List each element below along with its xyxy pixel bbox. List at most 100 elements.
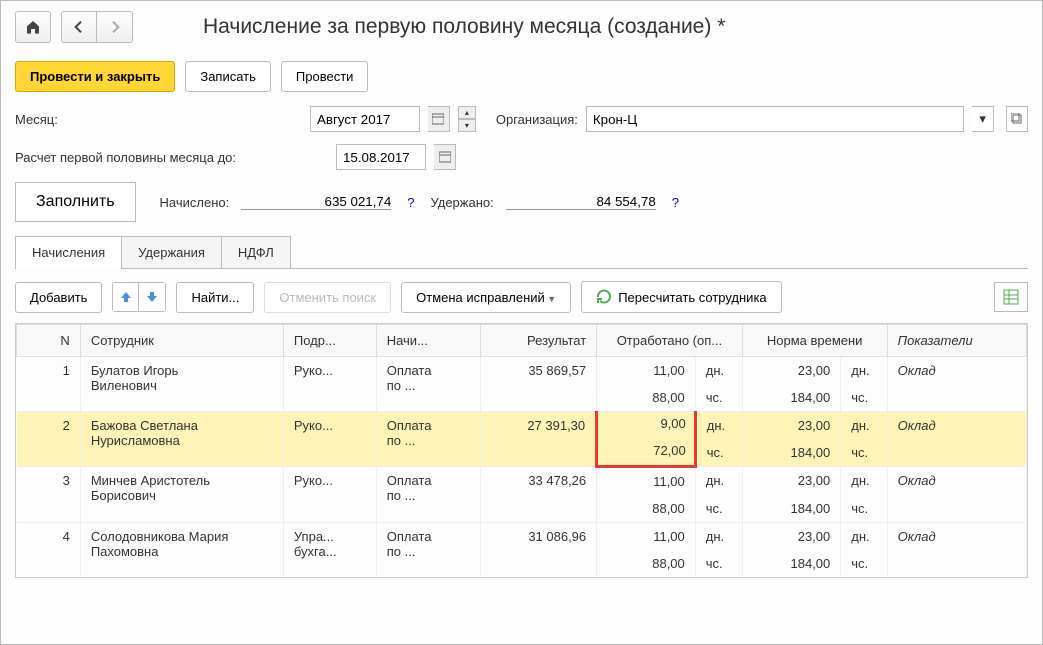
cell-norm-days: 23,00 — [742, 357, 841, 385]
recalculate-label: Пересчитать сотрудника — [618, 290, 766, 305]
cell-norm-hours: 184,00 — [742, 550, 841, 577]
cell-result: 31 086,96 — [481, 523, 597, 578]
add-button[interactable]: Добавить — [15, 282, 102, 313]
organization-popout-button[interactable] — [1006, 106, 1028, 132]
table-row[interactable]: 1 Булатов ИгорьВиленович Руко... Оплатап… — [17, 357, 1027, 385]
cell-worked-hours[interactable]: 88,00 — [597, 550, 696, 577]
forward-button[interactable] — [97, 11, 133, 43]
col-result[interactable]: Результат — [481, 325, 597, 357]
cell-department: Руко... — [283, 412, 376, 467]
accrued-label: Начислено: — [160, 195, 230, 210]
cell-unit-days: дн. — [695, 523, 742, 551]
cell-worked-hours[interactable]: 72,00 — [597, 439, 696, 467]
arrow-right-icon — [107, 19, 123, 35]
save-button[interactable]: Записать — [185, 61, 271, 92]
cell-department: Руко... — [283, 467, 376, 523]
recalculate-button[interactable]: Пересчитать сотрудника — [581, 281, 781, 313]
cell-indicator: Оклад — [887, 523, 1026, 578]
month-label: Месяц: — [15, 112, 75, 127]
tab-ndfl[interactable]: НДФЛ — [221, 236, 291, 268]
tab-withholdings[interactable]: Удержания — [121, 236, 222, 268]
col-indicators[interactable]: Показатели — [887, 325, 1026, 357]
cell-nunit-hours: чс. — [841, 495, 887, 523]
home-icon — [25, 19, 41, 35]
cell-n: 1 — [17, 357, 81, 412]
month-calendar-button[interactable] — [428, 106, 450, 132]
cell-result: 27 391,30 — [481, 412, 597, 467]
cell-type: Оплатапо ... — [376, 523, 480, 578]
cell-employee: Минчев АристотельБорисович — [80, 467, 283, 523]
calc-until-label: Расчет первой половины месяца до: — [15, 150, 236, 165]
col-worked[interactable]: Отработано (оп... — [597, 325, 742, 357]
withheld-help[interactable]: ? — [668, 195, 683, 210]
cell-norm-days: 23,00 — [742, 523, 841, 551]
cell-nunit-days: дн. — [841, 357, 887, 385]
cell-worked-hours[interactable]: 88,00 — [597, 495, 696, 523]
cell-worked-days[interactable]: 11,00 — [597, 467, 696, 496]
cell-norm-hours: 184,00 — [742, 384, 841, 412]
cell-unit-hours: чс. — [695, 495, 742, 523]
cell-nunit-days: дн. — [841, 467, 887, 496]
cell-norm-hours: 184,00 — [742, 495, 841, 523]
popout-icon — [1011, 113, 1023, 125]
month-down-button[interactable]: ▾ — [458, 119, 476, 132]
cell-indicator: Оклад — [887, 412, 1026, 467]
cell-worked-days[interactable]: 11,00 — [597, 523, 696, 551]
col-accrual-type[interactable]: Начи... — [376, 325, 480, 357]
cell-unit-hours: чс. — [695, 439, 742, 467]
table-row[interactable]: 3 Минчев АристотельБорисович Руко... Опл… — [17, 467, 1027, 496]
cell-result: 33 478,26 — [481, 467, 597, 523]
cell-nunit-hours: чс. — [841, 384, 887, 412]
accruals-table: N Сотрудник Подр... Начи... Результат От… — [16, 324, 1027, 577]
find-button[interactable]: Найти... — [176, 282, 254, 313]
calendar-icon — [439, 151, 451, 163]
cell-unit-days: дн. — [695, 412, 742, 440]
move-down-button[interactable] — [139, 283, 165, 311]
cell-unit-hours: чс. — [695, 550, 742, 577]
col-employee[interactable]: Сотрудник — [80, 325, 283, 357]
cell-n: 2 — [17, 412, 81, 467]
month-input[interactable] — [310, 106, 420, 132]
cell-norm-hours: 184,00 — [742, 439, 841, 467]
cancel-search-button[interactable]: Отменить поиск — [264, 282, 391, 313]
withheld-label: Удержано: — [431, 195, 494, 210]
cell-worked-days[interactable]: 11,00 — [597, 357, 696, 385]
table-config-icon — [1003, 289, 1019, 305]
cell-employee: Булатов ИгорьВиленович — [80, 357, 283, 412]
accrued-help[interactable]: ? — [403, 195, 418, 210]
cell-nunit-days: дн. — [841, 412, 887, 440]
arrow-left-icon — [71, 19, 87, 35]
cell-nunit-hours: чс. — [841, 550, 887, 577]
submit-button[interactable]: Провести — [281, 61, 369, 92]
calc-until-input[interactable] — [336, 144, 426, 170]
calendar-icon — [432, 113, 444, 125]
back-button[interactable] — [61, 11, 97, 43]
arrow-up-icon — [119, 290, 133, 304]
cell-norm-days: 23,00 — [742, 412, 841, 440]
cell-nunit-hours: чс. — [841, 439, 887, 467]
cell-norm-days: 23,00 — [742, 467, 841, 496]
cell-unit-hours: чс. — [695, 384, 742, 412]
cancel-fixes-button[interactable]: Отмена исправлений — [401, 282, 571, 313]
cell-type: Оплатапо ... — [376, 412, 480, 467]
col-n[interactable]: N — [17, 325, 81, 357]
cell-worked-hours[interactable]: 88,00 — [597, 384, 696, 412]
col-norm[interactable]: Норма времени — [742, 325, 887, 357]
organization-input[interactable] — [586, 106, 964, 132]
col-department[interactable]: Подр... — [283, 325, 376, 357]
table-row[interactable]: 2 Бажова СветланаНурисламовна Руко... Оп… — [17, 412, 1027, 440]
organization-label: Организация: — [496, 112, 578, 127]
calc-until-calendar-button[interactable] — [434, 144, 456, 170]
refresh-icon — [596, 289, 612, 305]
move-up-button[interactable] — [113, 283, 139, 311]
submit-close-button[interactable]: Провести и закрыть — [15, 61, 175, 92]
cell-worked-days[interactable]: 9,00 — [597, 412, 696, 440]
month-up-button[interactable]: ▴ — [458, 106, 476, 119]
organization-dropdown-button[interactable]: ▾ — [972, 106, 994, 132]
table-config-button[interactable] — [994, 282, 1028, 312]
table-row[interactable]: 4 Солодовникова МарияПахомовна Упра...бу… — [17, 523, 1027, 551]
fill-button[interactable]: Заполнить — [15, 182, 136, 222]
tab-accruals[interactable]: Начисления — [15, 236, 122, 268]
home-button[interactable] — [15, 11, 51, 43]
accrued-value — [241, 194, 391, 210]
